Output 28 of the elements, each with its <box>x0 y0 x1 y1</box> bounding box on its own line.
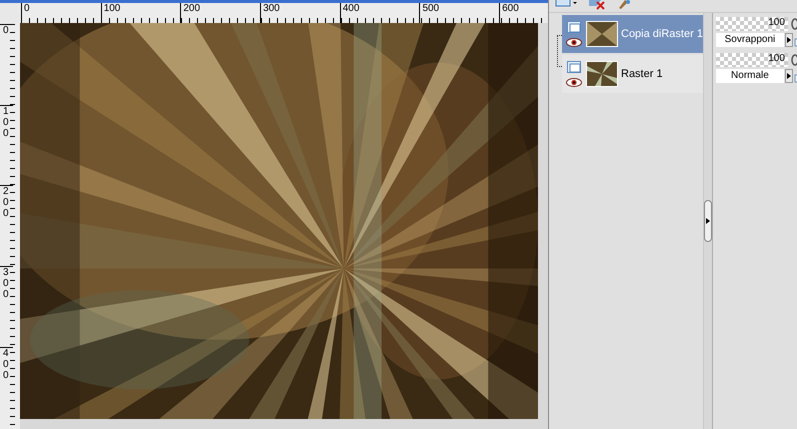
dropdown-button[interactable] <box>784 69 793 83</box>
layer-name: Raster 1 <box>621 68 663 80</box>
opacity-field[interactable]: 100 <box>716 53 788 67</box>
brush-icon[interactable] <box>617 0 631 9</box>
arrow-icon <box>706 218 710 224</box>
eye-icon[interactable] <box>566 38 582 47</box>
layer-thumbnail <box>586 61 618 87</box>
ruler-label: 100 <box>0 104 13 186</box>
new-layer-icon[interactable] <box>555 0 577 8</box>
blend-mode-dropdown[interactable]: Sovrapponi <box>716 33 784 47</box>
arrow-icon <box>786 37 791 43</box>
ruler-label: 400 <box>0 346 13 428</box>
ruler-label: 300 <box>0 266 13 347</box>
delete-layer-icon[interactable] <box>587 0 607 10</box>
layer-row[interactable]: Raster 1 <box>562 55 703 93</box>
raster-layer-icon <box>567 21 581 33</box>
opacity-field[interactable]: 100 <box>716 17 788 31</box>
ruler-label: 0 <box>0 24 13 105</box>
layer-name: Copia diRaster 1 <box>621 28 703 40</box>
dropdown-button[interactable] <box>784 33 793 47</box>
ruler-label: 200 <box>0 185 13 266</box>
arrow-icon <box>786 73 791 79</box>
link-icon[interactable] <box>788 53 797 67</box>
link-icon[interactable] <box>788 17 797 31</box>
blend-mode-dropdown[interactable]: Normale <box>716 69 784 83</box>
eye-icon[interactable] <box>566 78 582 87</box>
raster-layer-icon <box>567 61 581 73</box>
layer-thumbnail <box>586 21 618 47</box>
